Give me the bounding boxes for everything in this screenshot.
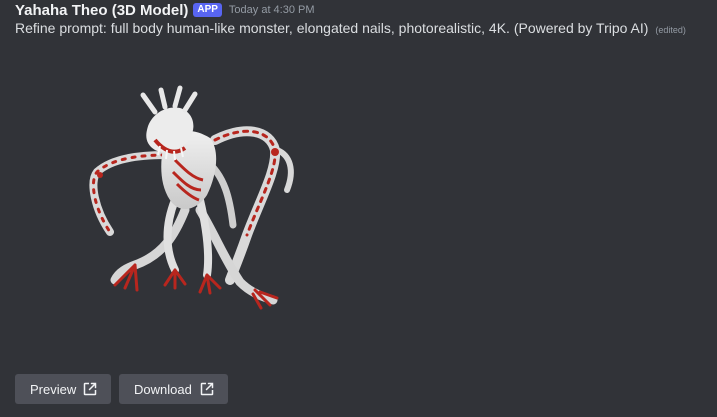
edited-label: (edited) [655,25,686,35]
external-link-icon [200,382,214,396]
message-timestamp[interactable]: Today at 4:30 PM [229,4,315,16]
external-link-icon [83,382,97,396]
preview-button[interactable]: Preview [15,374,111,404]
author-name[interactable]: Yahaha Theo (3D Model) [15,2,188,19]
preview-button-label: Preview [30,381,77,397]
app-badge: APP [193,3,222,17]
download-button-label: Download [134,381,192,397]
chat-message: Yahaha Theo (3D Model) APP Today at 4:30… [0,0,717,417]
monster-model-render [89,85,294,310]
download-button[interactable]: Download [119,374,228,404]
message-actions: Preview Download [15,374,228,404]
message-text: Refine prompt: full body human-like mons… [15,20,649,36]
model-preview-image[interactable] [15,60,375,350]
message-header: Yahaha Theo (3D Model) APP Today at 4:30… [15,0,315,20]
message-content: Refine prompt: full body human-like mons… [15,20,715,36]
